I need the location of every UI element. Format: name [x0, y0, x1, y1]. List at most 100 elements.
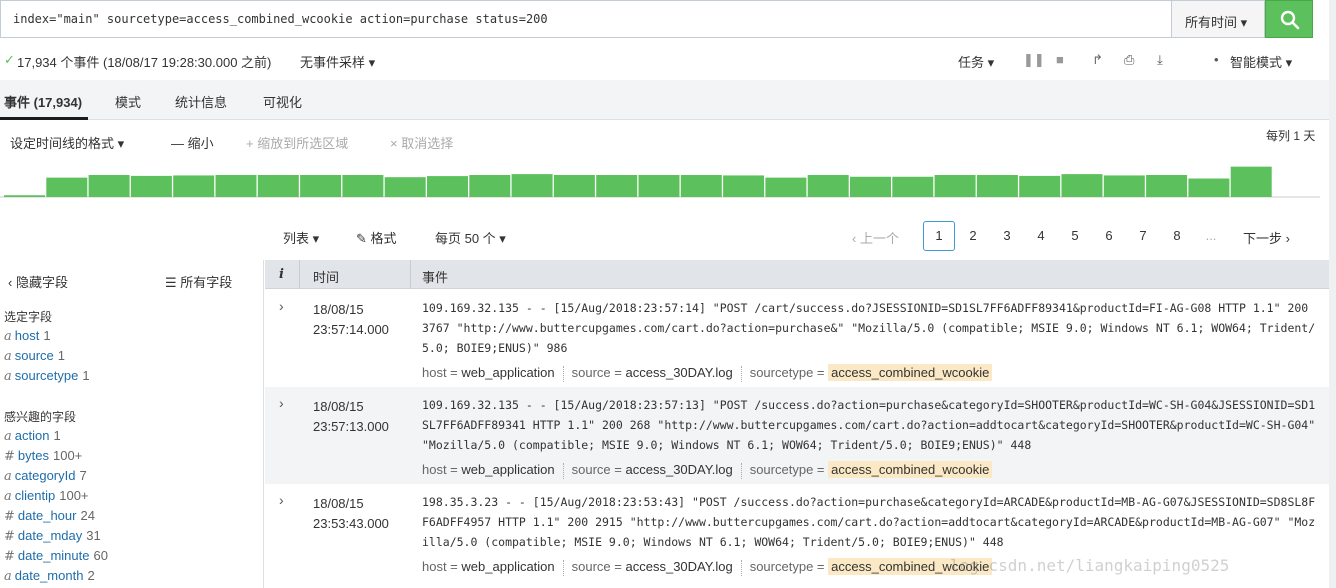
timeline-bar[interactable] — [553, 175, 595, 197]
print-icon[interactable]: ⎙ — [1124, 52, 1134, 68]
timeline-format-dropdown[interactable]: 设定时间线的格式 ▾ — [10, 133, 124, 152]
timeline-bar[interactable] — [257, 175, 299, 197]
field-categoryid[interactable]: a categoryId 7 — [4, 468, 87, 484]
timeline-bar[interactable] — [130, 175, 172, 197]
field-host[interactable]: a host 1 — [4, 328, 51, 344]
timeline-bar[interactable] — [88, 175, 130, 197]
field-name[interactable]: categoryId — [15, 468, 76, 483]
page-scrollbar[interactable] — [1329, 0, 1336, 588]
page-8[interactable]: 8 — [1161, 221, 1193, 251]
tab-patterns[interactable]: 模式 — [115, 92, 141, 111]
field-date-month[interactable]: a date_month 2 — [4, 568, 95, 584]
timeline-bar[interactable] — [1146, 175, 1188, 197]
page-3[interactable]: 3 — [991, 221, 1023, 251]
sourcetype-value[interactable]: access_combined_wcookie — [828, 461, 993, 478]
timeline-bar[interactable] — [1061, 174, 1103, 197]
zoom-to-selection-button[interactable]: + 缩放到所选区域 — [246, 133, 348, 152]
timeline-bar[interactable] — [807, 175, 849, 197]
sourcetype-value[interactable]: access_combined_wcookie — [828, 364, 993, 381]
time-range-picker[interactable]: 所有时间 ▾ — [1171, 0, 1265, 38]
zoom-out-button[interactable]: — 缩小 — [171, 133, 214, 152]
timeline-bar[interactable] — [469, 175, 511, 197]
jobs-dropdown[interactable]: 任务 ▾ — [958, 52, 994, 71]
field-name[interactable]: host — [15, 328, 40, 343]
field-name[interactable]: action — [15, 428, 50, 443]
search-button[interactable] — [1265, 0, 1313, 38]
page-2[interactable]: 2 — [957, 221, 989, 251]
tab-events[interactable]: 事件 (17,934) — [4, 92, 82, 111]
source-value[interactable]: access_30DAY.log — [626, 462, 733, 477]
per-page-dropdown[interactable]: 每页 50 个 ▾ — [435, 228, 506, 247]
source-value[interactable]: access_30DAY.log — [626, 559, 733, 574]
timeline-bar[interactable] — [850, 176, 891, 197]
timeline-bar[interactable] — [638, 175, 680, 197]
hide-fields-button[interactable]: ‹ 隐藏字段 — [8, 272, 68, 291]
field-source[interactable]: a source 1 — [4, 348, 65, 364]
field-name[interactable]: date_hour — [18, 508, 77, 523]
host-value[interactable]: web_application — [461, 462, 554, 477]
timeline-bar[interactable] — [1103, 175, 1145, 197]
timeline-bar[interactable] — [892, 176, 934, 197]
stop-icon[interactable]: ■ — [1056, 52, 1064, 67]
field-name[interactable]: clientip — [15, 488, 55, 503]
prev-page-button[interactable]: ‹ 上一个 — [852, 228, 899, 247]
all-fields-button[interactable]: ☰ 所有字段 — [165, 272, 232, 291]
list-view-dropdown[interactable]: 列表 ▾ — [283, 228, 319, 247]
time-column-header[interactable]: 时间 — [313, 267, 339, 286]
page-6[interactable]: 6 — [1093, 221, 1125, 251]
expand-chevron-icon[interactable]: › — [279, 298, 284, 314]
timeline-bar[interactable] — [300, 175, 342, 197]
field-name[interactable]: date_minute — [18, 548, 90, 563]
timeline-bar[interactable] — [934, 175, 976, 197]
page-5[interactable]: 5 — [1059, 221, 1091, 251]
field-date-hour[interactable]: # date_hour 24 — [4, 508, 95, 524]
field-name[interactable]: date_mday — [18, 528, 82, 543]
field-name[interactable]: date_month — [15, 568, 84, 583]
format-button[interactable]: ✎ 格式 — [356, 228, 397, 247]
timeline-bar[interactable] — [1019, 175, 1061, 197]
field-name[interactable]: source — [15, 348, 54, 363]
page-4[interactable]: 4 — [1025, 221, 1057, 251]
expand-chevron-icon[interactable]: › — [279, 395, 284, 411]
timeline-bar[interactable] — [384, 177, 426, 197]
timeline-bar[interactable] — [215, 175, 257, 197]
source-value[interactable]: access_30DAY.log — [626, 365, 733, 380]
export-icon[interactable]: ⤓ — [1157, 52, 1163, 68]
timeline-bar[interactable] — [976, 175, 1018, 197]
timeline-bar[interactable] — [427, 176, 468, 197]
timeline-histogram[interactable] — [0, 157, 1320, 199]
timeline-bar[interactable] — [596, 175, 638, 197]
field-clientip[interactable]: a clientip 100+ — [4, 488, 89, 504]
search-input[interactable]: index="main" sourcetype=access_combined_… — [0, 0, 1171, 38]
tab-statistics[interactable]: 统计信息 — [175, 92, 227, 111]
field-date-minute[interactable]: # date_minute 60 — [4, 548, 108, 564]
timeline-bar[interactable] — [1188, 178, 1230, 197]
timeline-bar[interactable] — [4, 195, 45, 197]
field-date-mday[interactable]: # date_mday 31 — [4, 528, 101, 544]
field-name[interactable]: bytes — [18, 448, 49, 463]
next-page-button[interactable]: 下一步 › — [1243, 228, 1290, 247]
search-mode-dropdown[interactable]: 智能模式 ▾ — [1230, 52, 1292, 71]
timeline-bar[interactable] — [723, 175, 765, 197]
page-1[interactable]: 1 — [923, 221, 955, 251]
timeline-bar[interactable] — [680, 175, 722, 197]
timeline-bar[interactable] — [173, 175, 215, 197]
pause-icon[interactable]: ❚❚ — [1023, 52, 1045, 68]
field-bytes[interactable]: # bytes 100+ — [4, 448, 82, 464]
expand-chevron-icon[interactable]: › — [279, 492, 284, 508]
field-name[interactable]: sourcetype — [15, 368, 79, 383]
share-icon[interactable]: ↱ — [1092, 52, 1103, 68]
field-action[interactable]: a action 1 — [4, 428, 61, 444]
deselect-button[interactable]: × 取消选择 — [390, 133, 453, 152]
sampling-dropdown[interactable]: 无事件采样 ▾ — [300, 52, 375, 71]
timeline-bar[interactable] — [511, 174, 553, 197]
timeline-bar[interactable] — [765, 177, 807, 197]
host-value[interactable]: web_application — [461, 365, 554, 380]
host-value[interactable]: web_application — [461, 559, 554, 574]
field-sourcetype[interactable]: a sourcetype 1 — [4, 368, 90, 384]
tab-visualization[interactable]: 可视化 — [263, 92, 302, 111]
page-7[interactable]: 7 — [1127, 221, 1159, 251]
timeline-bar[interactable] — [1230, 166, 1272, 197]
timeline-bar[interactable] — [342, 175, 384, 197]
timeline-bar[interactable] — [46, 177, 88, 197]
